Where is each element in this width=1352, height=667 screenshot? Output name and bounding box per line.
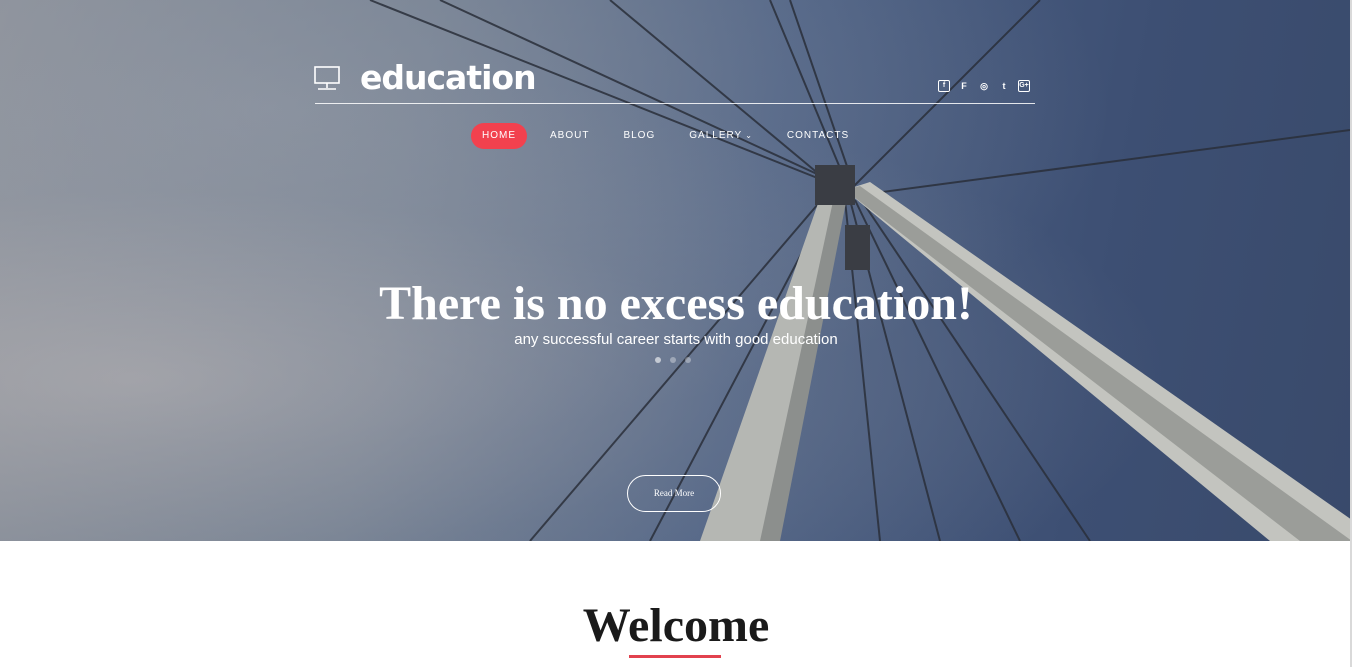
bridge-background-image	[369, 0, 1352, 541]
hero-subline: any successful career starts with good e…	[514, 331, 838, 348]
nav-item-about[interactable]: ABOUT	[539, 123, 600, 149]
slider-dot[interactable]	[670, 357, 676, 363]
main-nav: HOME ABOUT BLOG GALLERY ⌄ CONTACTS	[471, 123, 860, 149]
slider-dot[interactable]	[685, 357, 691, 363]
welcome-underline	[629, 655, 721, 658]
slider-dot[interactable]	[655, 357, 661, 363]
monitor-icon	[314, 66, 340, 90]
foursquare-icon[interactable]: F	[958, 80, 970, 92]
social-links: f F ◎ t G+	[938, 80, 1030, 92]
nav-item-blog[interactable]: BLOG	[612, 123, 666, 149]
nav-item-home[interactable]: HOME	[471, 123, 527, 149]
facebook-icon[interactable]: f	[938, 80, 950, 92]
instagram-icon[interactable]: ◎	[978, 80, 990, 92]
nav-item-gallery[interactable]: GALLERY ⌄	[678, 123, 764, 149]
hero-slider: education f F ◎ t G+ HOME ABOUT BLOG GAL…	[0, 0, 1352, 541]
header-divider	[315, 103, 1035, 104]
nav-item-contacts[interactable]: CONTACTS	[776, 123, 860, 149]
hero-headline: There is no excess education!	[379, 277, 973, 330]
read-more-button[interactable]: Read More	[627, 475, 721, 512]
nav-item-gallery-label: GALLERY	[689, 130, 743, 141]
twitter-icon[interactable]: t	[998, 80, 1010, 92]
slider-pagination	[655, 357, 691, 363]
google-plus-icon[interactable]: G+	[1018, 80, 1030, 92]
logo[interactable]: education	[314, 58, 537, 98]
chevron-down-icon: ⌄	[745, 131, 753, 140]
welcome-title: Welcome	[582, 599, 770, 652]
brand-name: education	[360, 58, 537, 97]
